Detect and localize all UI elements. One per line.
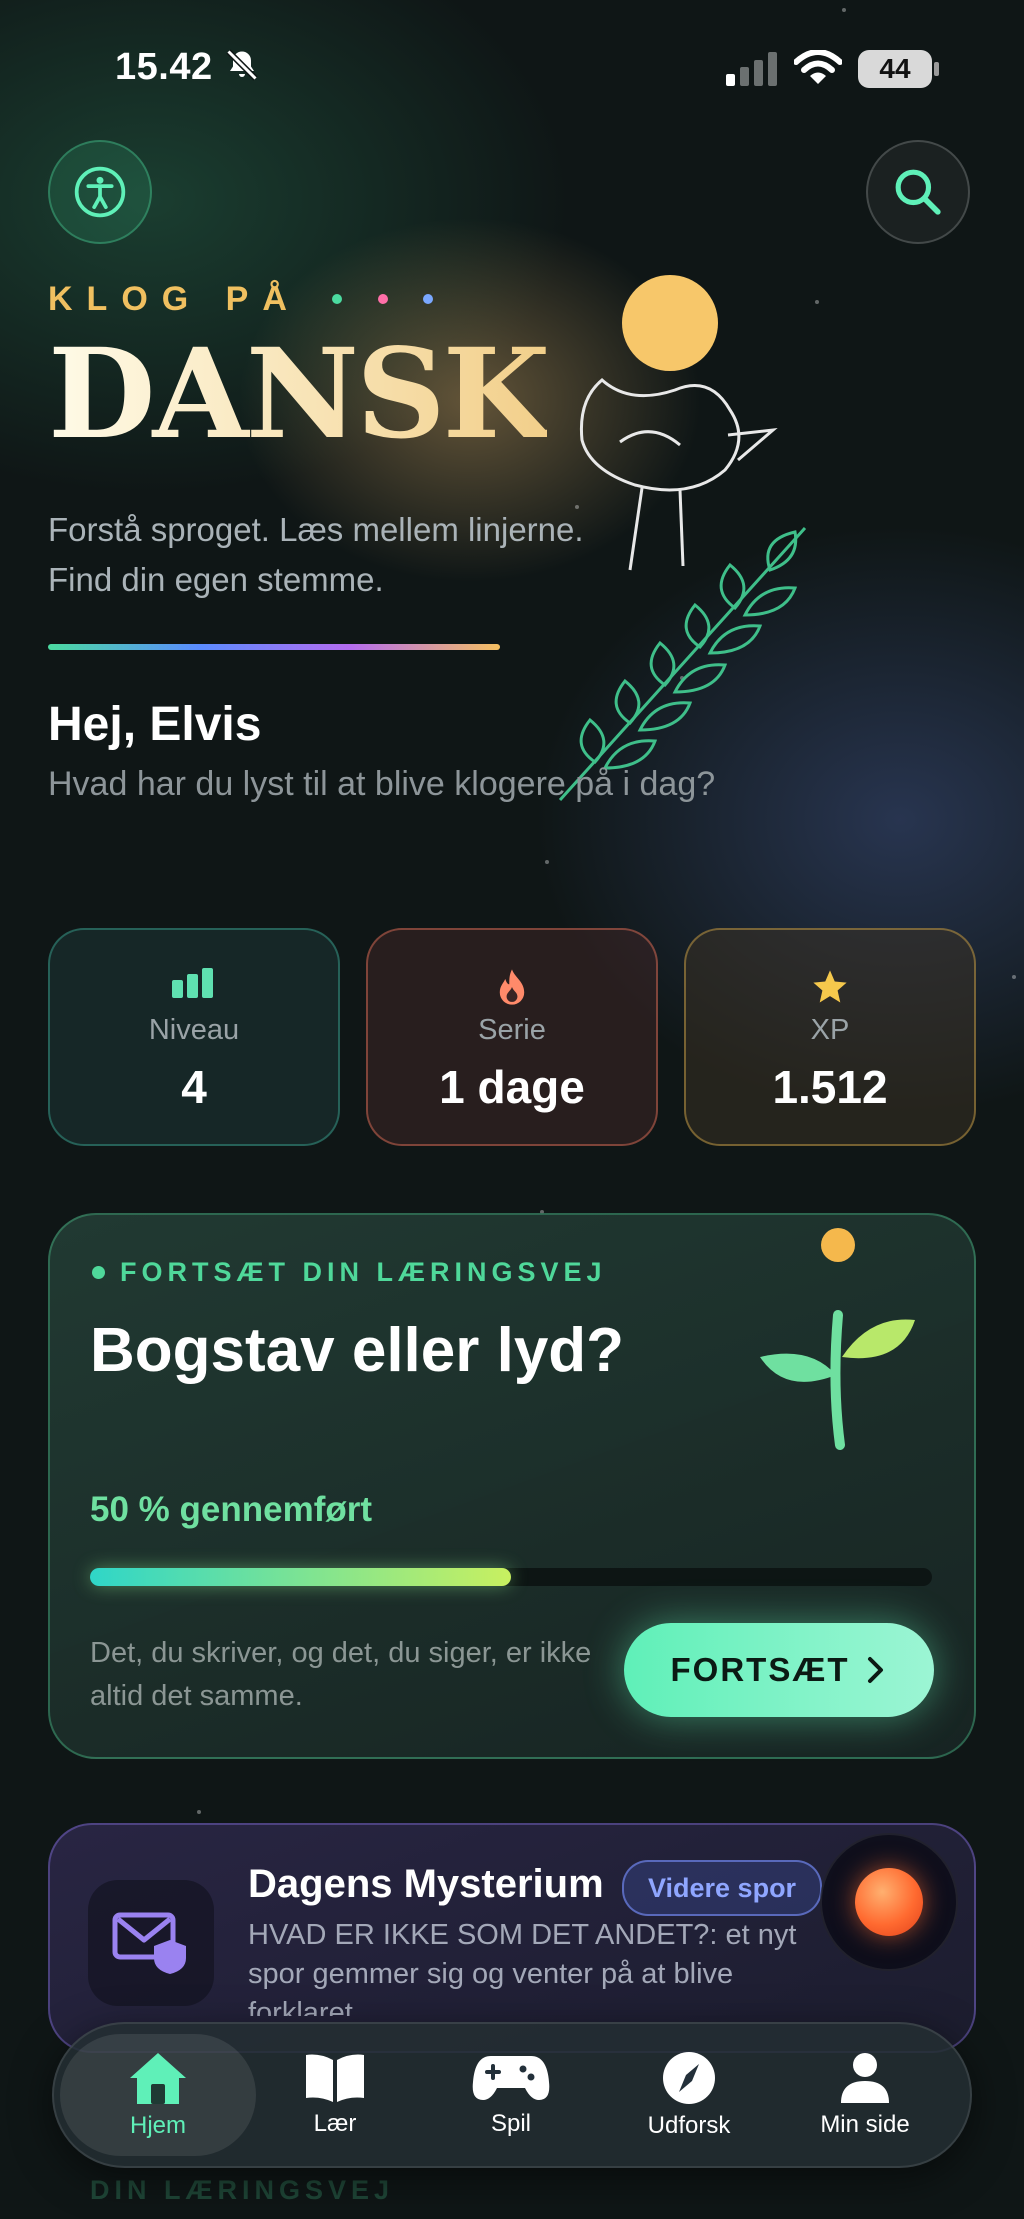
stat-card-streak[interactable]: Serie 1 dage: [366, 928, 658, 1146]
mystery-orb[interactable]: [820, 1833, 958, 1971]
nav-item-profile[interactable]: Min side: [780, 2034, 950, 2156]
mystery-badge: Videre spor: [622, 1860, 823, 1916]
lesson-description: Det, du skriver, og det, du siger, er ik…: [90, 1637, 592, 1712]
gradient-divider: [48, 644, 500, 650]
home-icon: [130, 2053, 186, 2104]
mystery-title: Dagens Mysterium: [248, 1862, 604, 1906]
progress-fill: [90, 1568, 511, 1586]
app-eyebrow: KLOG PÅ: [48, 280, 434, 319]
dot-pink: [377, 294, 388, 304]
star-dot: [842, 8, 846, 12]
flame-icon: [368, 968, 656, 1008]
sprout-icon: [760, 1228, 915, 1450]
person-icon: [841, 2053, 889, 2103]
nav-label: Min side: [820, 2111, 910, 2138]
nav-item-games[interactable]: Spil: [426, 2034, 596, 2156]
signal-icon: [726, 52, 777, 86]
nav-item-explore[interactable]: Udforsk: [604, 2034, 774, 2156]
star-icon: [686, 968, 974, 1008]
eyebrow-dot: [92, 1266, 105, 1279]
compass-icon: [663, 2052, 715, 2104]
bar-chart-icon: [50, 968, 338, 1008]
star-dot: [197, 1810, 201, 1814]
stat-value: 1 dage: [439, 1061, 585, 1113]
battery-level: 44: [879, 53, 911, 84]
stat-value: 1.512: [772, 1061, 888, 1113]
continue-button[interactable]: FORTSÆT: [624, 1623, 934, 1717]
bell-muted-icon: [226, 49, 258, 81]
mystery-text: HVAD ER IKKE SOM DET ANDET?: et nyt spor…: [248, 1919, 797, 2016]
mystery-icon-tile: [88, 1880, 214, 2006]
nav-item-home[interactable]: Hjem: [60, 2034, 256, 2156]
search-icon: [895, 169, 941, 215]
search-button[interactable]: [866, 140, 970, 244]
stat-value: 4: [181, 1061, 207, 1113]
battery-cap: [934, 62, 939, 76]
star-dot: [1012, 975, 1016, 979]
stat-card-level[interactable]: Niveau 4: [48, 928, 340, 1146]
greeting: Hej, Elvis: [48, 698, 262, 751]
nav-label: Hjem: [129, 2112, 186, 2139]
gamepad-icon: [472, 2056, 550, 2100]
stat-label: Serie: [478, 1014, 546, 1046]
nav-label: Spil: [490, 2110, 532, 2137]
stat-label: XP: [810, 1014, 850, 1046]
card-eyebrow: FORTSÆT DIN LÆRINGSVEJ: [120, 1257, 607, 1287]
dot-green: [332, 294, 343, 304]
app-tagline: Forstå sproget. Læs mellem linjerne. Fin…: [48, 505, 584, 605]
orb-glow: [855, 1868, 923, 1936]
star-dot: [545, 860, 549, 864]
accessibility-icon: [74, 166, 126, 218]
progress-label: 50 % gennemført: [90, 1490, 372, 1529]
nav-item-learn[interactable]: Lær: [250, 2034, 420, 2156]
tagline-line: Forstå sproget. Læs mellem linjerne.: [48, 511, 584, 548]
wifi-icon: [794, 50, 842, 84]
stat-label: Niveau: [148, 1014, 240, 1046]
sun-icon: [622, 275, 718, 371]
subgreeting: Hvad har du lyst til at blive klogere på…: [48, 765, 716, 803]
app-title: DANSK: [48, 322, 550, 467]
chevron-right-icon: [868, 1657, 884, 1683]
nav-label: Udforsk: [647, 2112, 731, 2139]
stat-card-xp[interactable]: XP 1.512: [684, 928, 976, 1146]
nav-label: Lær: [313, 2110, 357, 2137]
dot-blue: [423, 294, 434, 304]
accessibility-button[interactable]: [48, 140, 152, 244]
envelope-shield-icon: [112, 1912, 186, 1974]
next-section-label: DIN LÆRINGSVEJ: [90, 2175, 395, 2205]
book-icon: [306, 2054, 364, 2102]
status-time: 15.42: [115, 46, 260, 89]
lesson-title: Bogstav eller lyd?: [90, 1316, 625, 1385]
continue-button-label: FORTSÆT: [670, 1651, 850, 1688]
tagline-line: Find din egen stemme.: [48, 561, 384, 598]
battery-icon: 44: [858, 50, 932, 88]
